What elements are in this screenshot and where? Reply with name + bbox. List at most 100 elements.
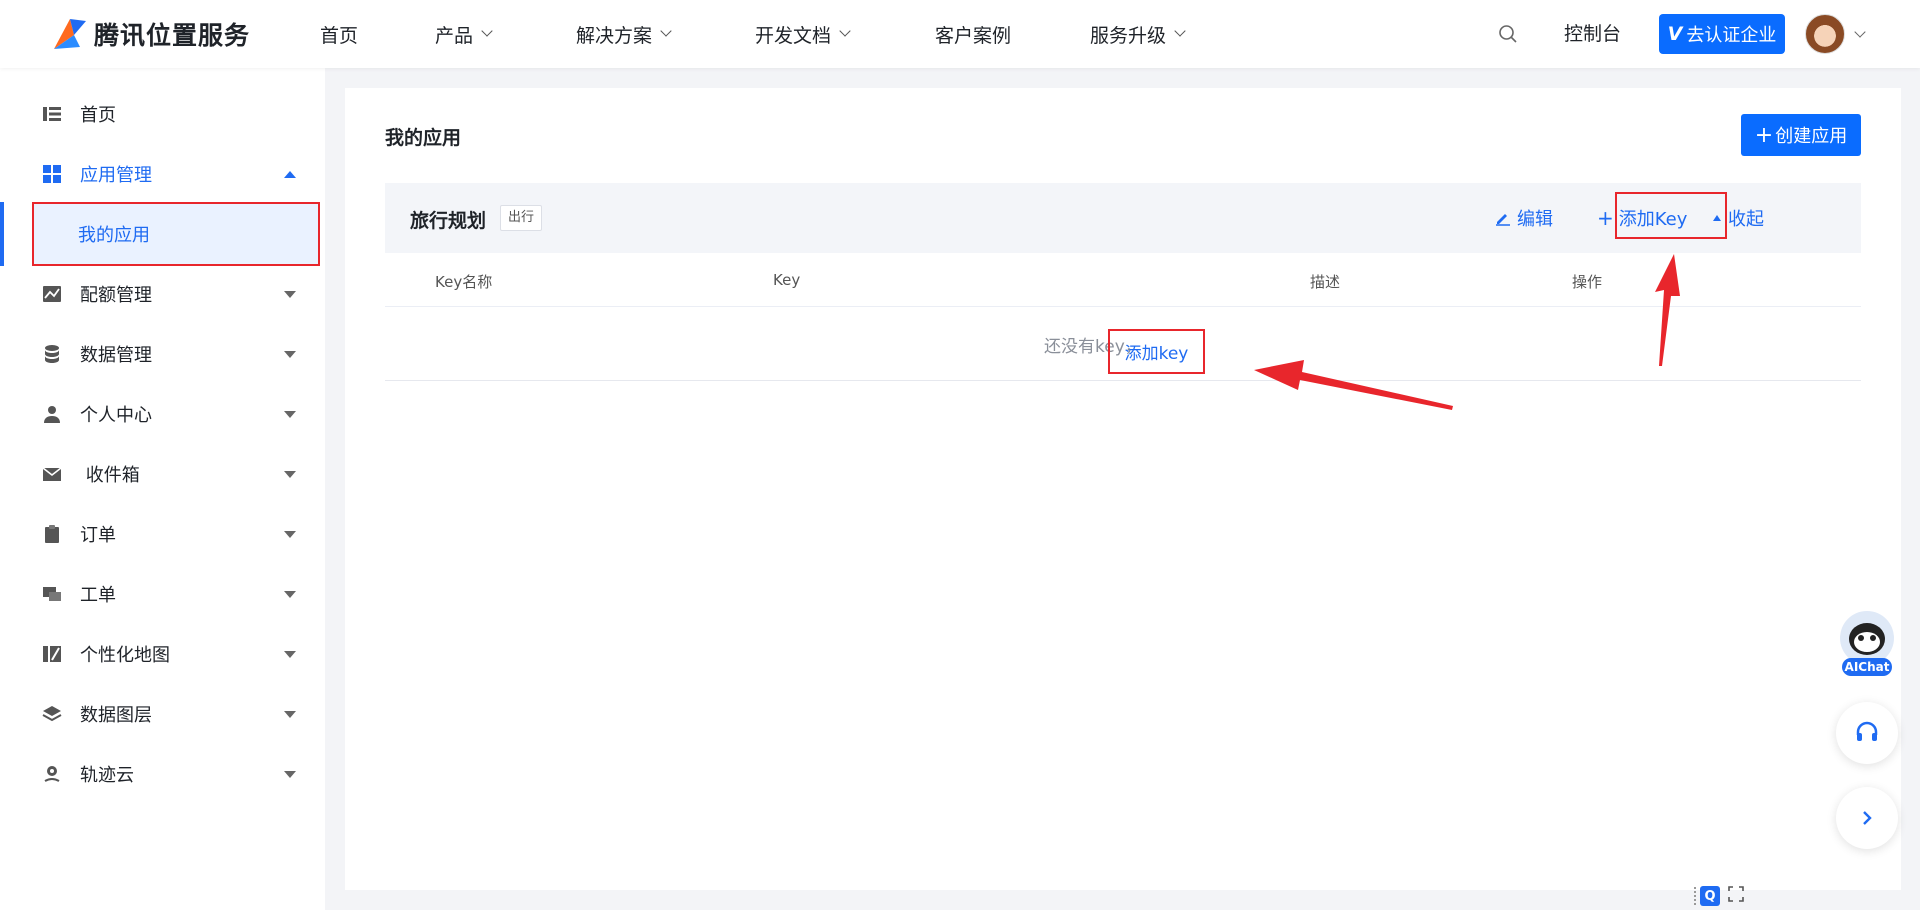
sidebar-subitem-my-apps[interactable]: 我的应用: [32, 202, 320, 266]
chevron-right-icon: [1863, 811, 1872, 825]
verify-label: 去认证企业: [1686, 25, 1777, 46]
sidebar-item-label: 数据管理: [80, 345, 152, 366]
q-icon[interactable]: Q: [1700, 886, 1720, 906]
caret-down-icon: [284, 290, 296, 298]
caret-down-icon: [284, 410, 296, 418]
nav-label: 解决方案: [576, 24, 653, 47]
sidebar-item-label: 首页: [80, 105, 116, 126]
sidebar-item-label: 配额管理: [80, 285, 152, 306]
logo[interactable]: 腾讯位置服务: [50, 14, 250, 54]
plus-icon: +: [1597, 206, 1614, 230]
sidebar-item-label: 个人中心: [80, 405, 152, 426]
expand-button[interactable]: [1836, 787, 1898, 849]
sidebar-item-orders[interactable]: 订单: [0, 504, 325, 564]
add-key-link[interactable]: 添加key: [1108, 329, 1205, 374]
customer-service-button[interactable]: [1836, 702, 1898, 764]
map-style-icon: [42, 644, 62, 664]
plus-icon: +: [1754, 122, 1774, 148]
grid-icon: [42, 164, 62, 184]
sidebar-item-custom-map[interactable]: 个性化地图: [0, 624, 325, 684]
app-category-tag: 出行: [500, 205, 543, 231]
sidebar-item-label: 工单: [80, 585, 116, 606]
sidebar-item-label: 个性化地图: [80, 645, 170, 666]
sidebar-item-label: 订单: [80, 525, 116, 546]
caret-down-icon: [284, 470, 296, 478]
page-title: 我的应用: [385, 127, 462, 149]
ai-chat-button[interactable]: AIChat: [1836, 610, 1898, 678]
nav-docs[interactable]: 开发文档: [755, 0, 851, 68]
caret-up-icon: [284, 170, 296, 178]
sidebar-item-track-cloud[interactable]: 轨迹云: [0, 744, 325, 804]
logo-text: 腾讯位置服务: [94, 21, 251, 50]
mail-icon: [42, 464, 62, 484]
nav-upgrade[interactable]: 服务升级: [1090, 0, 1186, 68]
column-header: Key: [773, 271, 801, 289]
highlight-box: [1615, 192, 1727, 239]
edit-label: 编辑: [1517, 209, 1553, 230]
key-table-header: Key名称 Key 描述 操作: [385, 253, 1861, 307]
layers-icon: [42, 704, 62, 724]
column-header: 描述: [1310, 273, 1341, 291]
caret-down-icon: [284, 530, 296, 538]
avatar[interactable]: [1805, 14, 1845, 54]
sidebar-item-tickets[interactable]: 工单: [0, 564, 325, 624]
sidebar-item-quota[interactable]: 配额管理: [0, 264, 325, 324]
clipboard-icon: [42, 524, 62, 544]
create-app-label: 创建应用: [1775, 126, 1848, 147]
create-app-button[interactable]: + 创建应用: [1741, 114, 1861, 156]
column-header: Key名称: [435, 273, 493, 291]
person-icon: [42, 404, 62, 424]
dotted-divider: [1694, 887, 1696, 905]
chart-icon: [42, 284, 62, 304]
top-header: 腾讯位置服务 首页 产品 解决方案 开发文档 客户案例 服务升级 控制台 V 去…: [0, 0, 1920, 68]
nav-label: 产品: [435, 24, 474, 47]
search-icon[interactable]: [1498, 24, 1518, 44]
ticket-icon: [42, 584, 62, 604]
chevron-down-icon: [1174, 25, 1186, 37]
track-icon: [42, 764, 62, 784]
column-header: 操作: [1572, 273, 1603, 291]
edit-app-button[interactable]: 编辑: [1495, 183, 1553, 253]
sidebar-item-profile[interactable]: 个人中心: [0, 384, 325, 444]
sidebar-item-label: 轨迹云: [80, 765, 134, 786]
caret-down-icon: [284, 710, 296, 718]
sidebar-item-home[interactable]: 首页: [0, 84, 325, 144]
scan-icon[interactable]: [1728, 886, 1744, 906]
nav-solutions[interactable]: 解决方案: [576, 0, 672, 68]
mini-toolbar: Q: [1694, 885, 1744, 907]
chevron-down-icon: [660, 25, 672, 37]
sidebar-item-label: 数据图层: [80, 705, 152, 726]
console-link[interactable]: 控制台: [1564, 0, 1621, 68]
caret-down-icon: [284, 350, 296, 358]
chevron-down-icon[interactable]: [1854, 26, 1866, 38]
collapse-label: 收起: [1728, 209, 1764, 230]
nav-label: 服务升级: [1090, 24, 1167, 47]
sidebar-item-label: 收件箱: [80, 465, 140, 486]
nav-cases[interactable]: 客户案例: [935, 0, 1011, 68]
nav-label: 首页: [320, 24, 359, 47]
sidebar-item-app-management[interactable]: 应用管理: [0, 144, 325, 204]
caret-down-icon: [284, 770, 296, 778]
caret-down-icon: [284, 650, 296, 658]
empty-table-row: 还没有key， 添加key: [385, 307, 1861, 381]
edit-icon: [1496, 214, 1510, 226]
app-name: 旅行规划: [410, 210, 487, 232]
nav-label: 开发文档: [755, 24, 832, 47]
headset-icon: [1856, 721, 1878, 741]
list-icon: [42, 104, 62, 124]
nav-home[interactable]: 首页: [320, 0, 358, 68]
caret-down-icon: [284, 590, 296, 598]
sidebar-item-label: 应用管理: [80, 165, 152, 186]
sidebar-item-data-layers[interactable]: 数据图层: [0, 684, 325, 744]
verify-v-icon: V: [1667, 23, 1683, 45]
nav-label: 客户案例: [935, 24, 1012, 47]
logo-icon: [50, 15, 88, 53]
chevron-down-icon: [839, 25, 851, 37]
sidebar-item-inbox[interactable]: 收件箱: [0, 444, 325, 504]
sidebar-item-data[interactable]: 数据管理: [0, 324, 325, 384]
database-icon: [42, 344, 62, 364]
ai-chat-label: AIChat: [1844, 660, 1890, 674]
chevron-down-icon: [481, 25, 493, 37]
verify-enterprise-button[interactable]: V 去认证企业: [1659, 14, 1785, 54]
nav-products[interactable]: 产品: [435, 0, 493, 68]
